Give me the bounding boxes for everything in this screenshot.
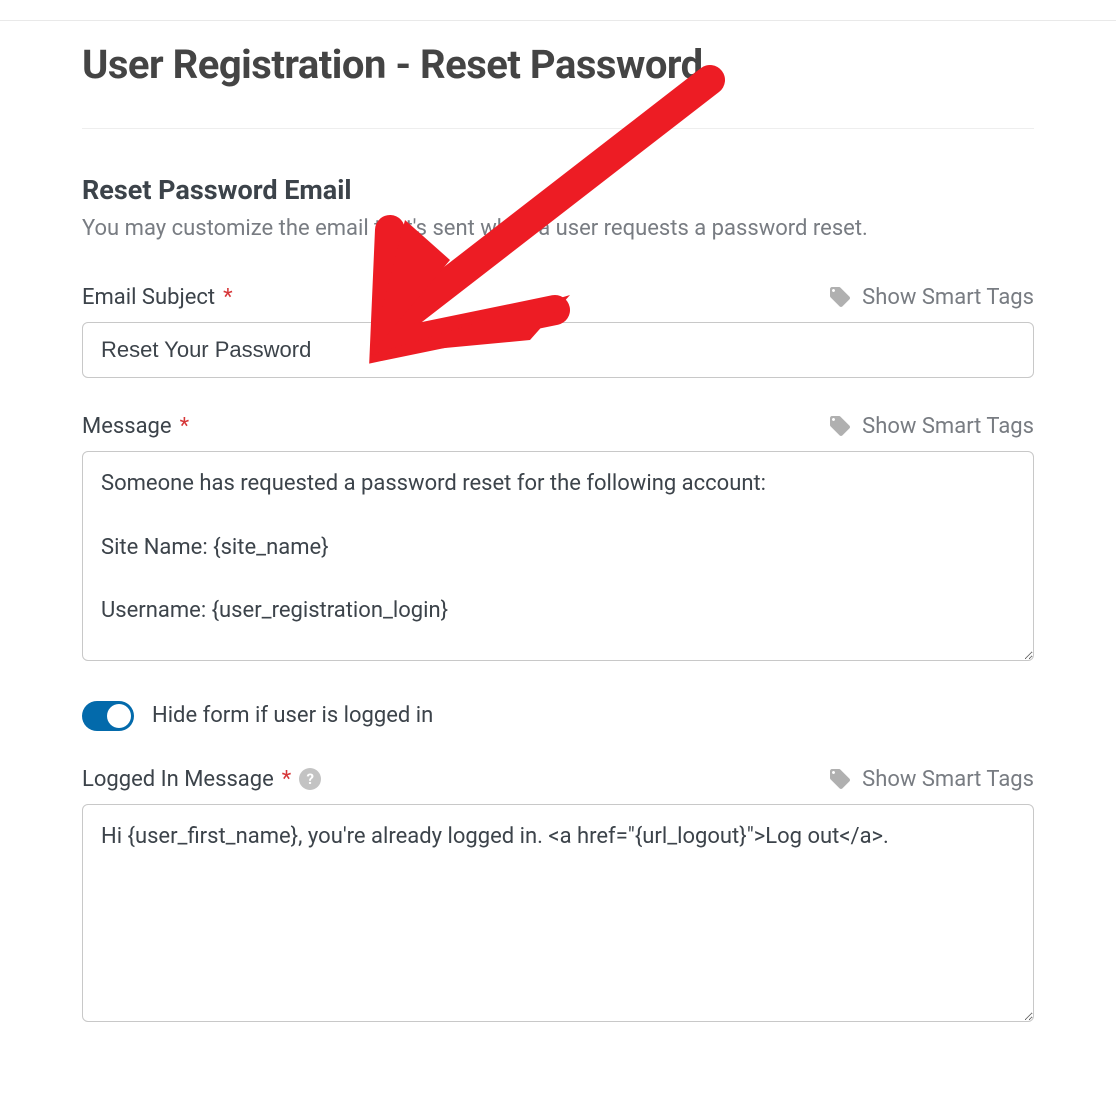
required-asterisk: *	[180, 414, 189, 439]
hide-form-toggle[interactable]	[82, 701, 134, 731]
show-smart-tags-link[interactable]: Show Smart Tags	[828, 285, 1034, 310]
required-asterisk: *	[223, 285, 232, 310]
toggle-knob	[107, 704, 131, 728]
show-smart-tags-link[interactable]: Show Smart Tags	[828, 767, 1034, 792]
divider	[82, 128, 1034, 129]
tag-icon	[828, 767, 852, 791]
logged-in-message-textarea[interactable]	[82, 804, 1034, 1022]
smart-tags-text: Show Smart Tags	[862, 285, 1034, 310]
page-title: User Registration - Reset Password	[82, 41, 1034, 88]
tag-icon	[828, 285, 852, 309]
logged-in-message-label: Logged In Message * ?	[82, 767, 321, 792]
message-label: Message *	[82, 414, 189, 439]
required-asterisk: *	[282, 767, 291, 792]
email-subject-label-text: Email Subject	[82, 285, 215, 310]
message-textarea[interactable]	[82, 451, 1034, 661]
hide-form-toggle-label: Hide form if user is logged in	[152, 703, 433, 728]
smart-tags-text: Show Smart Tags	[862, 414, 1034, 439]
email-subject-input[interactable]	[82, 322, 1034, 378]
show-smart-tags-link[interactable]: Show Smart Tags	[828, 414, 1034, 439]
logged-in-message-label-text: Logged In Message	[82, 767, 274, 792]
tag-icon	[828, 414, 852, 438]
smart-tags-text: Show Smart Tags	[862, 767, 1034, 792]
help-icon[interactable]: ?	[299, 768, 321, 790]
section-title: Reset Password Email	[82, 174, 1034, 206]
section-description: You may customize the email that's sent …	[82, 214, 1034, 245]
message-label-text: Message	[82, 414, 172, 439]
email-subject-label: Email Subject *	[82, 285, 233, 310]
